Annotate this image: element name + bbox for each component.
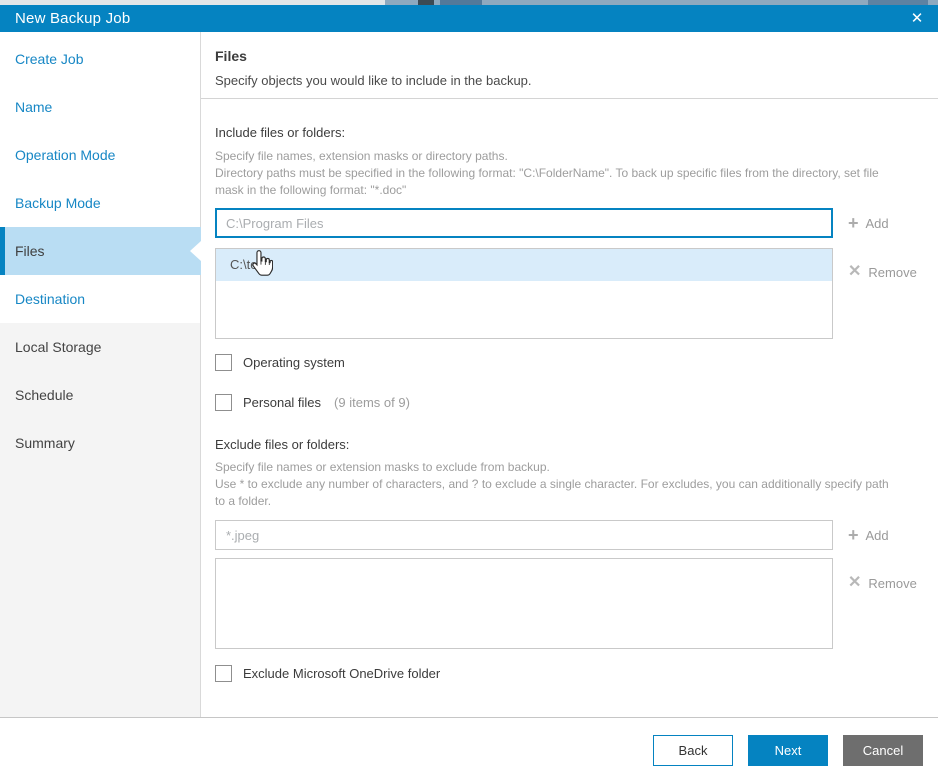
checkbox-label: Operating system (243, 355, 345, 370)
next-button[interactable]: Next (748, 735, 828, 766)
include-path-input[interactable] (215, 208, 833, 238)
include-hint-text: Specify file names, extension masks or d… (215, 148, 879, 199)
checkbox-label: Exclude Microsoft OneDrive folder (243, 666, 440, 681)
exclude-section-label: Exclude files or folders: (215, 437, 349, 452)
plus-icon: + (848, 526, 859, 544)
operating-system-checkbox[interactable] (215, 354, 232, 371)
sidebar-item-schedule: Schedule (0, 371, 201, 419)
x-icon: ✕ (848, 264, 861, 280)
sidebar-item-operation-mode[interactable]: Operation Mode (0, 131, 201, 179)
page-title: Files (215, 48, 247, 64)
personal-files-checkbox[interactable] (215, 394, 232, 411)
dialog-footer: Back Next Cancel (0, 719, 938, 783)
sidebar-item-files[interactable]: Files (0, 227, 201, 275)
dialog-titlebar: New Backup Job ✕ (0, 5, 938, 32)
include-items-list[interactable]: C:\test (215, 248, 833, 339)
sidebar-item-destination[interactable]: Destination (0, 275, 201, 323)
dialog-title: New Backup Job (15, 10, 130, 27)
add-button-label: Add (866, 528, 889, 543)
sidebar-item-name[interactable]: Name (0, 83, 201, 131)
exclude-remove-button[interactable]: ✕ Remove (848, 568, 917, 598)
personal-files-count: (9 items of 9) (334, 395, 410, 410)
sidebar-item-create-job[interactable]: Create Job (0, 35, 201, 83)
exclude-items-list[interactable] (215, 558, 833, 649)
cancel-button[interactable]: Cancel (843, 735, 923, 766)
x-icon: ✕ (848, 575, 861, 591)
back-button[interactable]: Back (653, 735, 733, 766)
exclude-mask-input[interactable] (215, 520, 833, 550)
sidebar-item-summary: Summary (0, 419, 201, 467)
checkbox-label: Personal files (243, 395, 321, 410)
add-button-label: Add (866, 216, 889, 231)
operating-system-checkbox-row[interactable]: Operating system (215, 354, 345, 371)
wizard-steps-sidebar: Create Job Name Operation Mode Backup Mo… (0, 32, 201, 717)
sidebar-item-local-storage: Local Storage (0, 323, 201, 371)
remove-button-label: Remove (868, 576, 916, 591)
close-icon[interactable]: ✕ (908, 11, 926, 26)
page-subtitle: Specify objects you would like to includ… (215, 73, 532, 88)
exclude-onedrive-checkbox[interactable] (215, 665, 232, 682)
list-item[interactable]: C:\test (216, 249, 832, 281)
exclude-onedrive-checkbox-row[interactable]: Exclude Microsoft OneDrive folder (215, 665, 440, 682)
header-divider (201, 98, 938, 99)
exclude-hint-text: Specify file names or extension masks to… (215, 459, 889, 510)
remove-button-label: Remove (868, 265, 916, 280)
new-backup-job-dialog: New Backup Job ✕ Create Job Name Operati… (0, 5, 938, 783)
personal-files-checkbox-row[interactable]: Personal files (9 items of 9) (215, 394, 410, 411)
include-remove-button[interactable]: ✕ Remove (848, 257, 917, 287)
dialog-body: Create Job Name Operation Mode Backup Mo… (0, 32, 938, 718)
exclude-add-button[interactable]: + Add (848, 520, 889, 550)
include-add-button[interactable]: + Add (848, 208, 889, 238)
sidebar-item-backup-mode[interactable]: Backup Mode (0, 179, 201, 227)
include-section-label: Include files or folders: (215, 125, 345, 140)
plus-icon: + (848, 214, 859, 232)
wizard-page-files: Files Specify objects you would like to … (201, 32, 938, 717)
